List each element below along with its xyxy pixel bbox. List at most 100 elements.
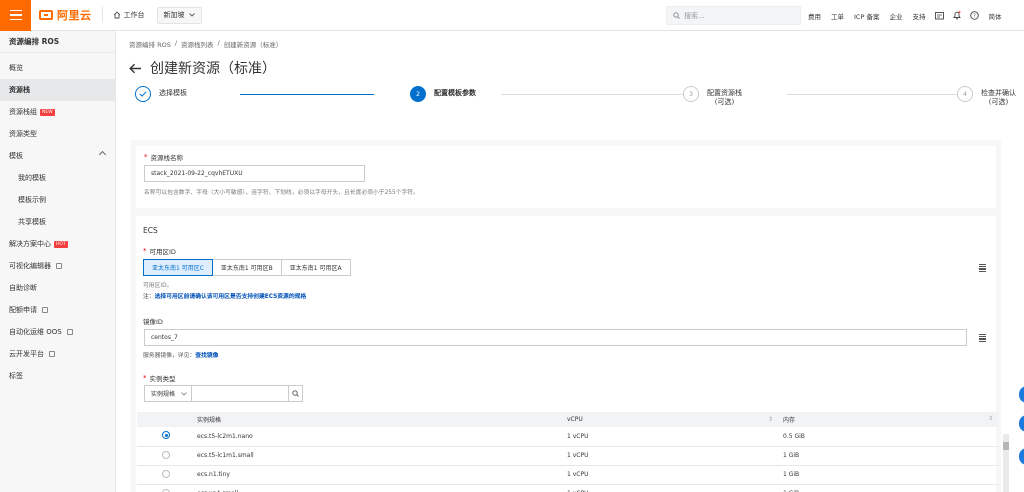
image-id-input[interactable]: centos_7 xyxy=(144,329,967,346)
sidebar-item-self-diagnosis[interactable]: 自助诊断 xyxy=(0,277,115,299)
cell-vcpu: 1 vCPU xyxy=(563,484,779,492)
required-mark: * xyxy=(144,153,148,161)
help-icon[interactable]: ? xyxy=(970,11,980,20)
search-icon xyxy=(673,12,680,19)
top-link-support[interactable]: 支持 xyxy=(912,11,925,21)
radio-selected[interactable] xyxy=(162,431,170,440)
bell-icon[interactable] xyxy=(953,11,962,20)
table-header-vcpu[interactable]: vCPU ⇕ xyxy=(563,412,779,427)
sidebar-item-stack-groups[interactable]: 资源栈组 NEW xyxy=(0,101,115,123)
zone-option-b[interactable]: 亚太东南1 可用区B xyxy=(211,259,282,276)
cell-vcpu: 1 vCPU xyxy=(563,446,779,466)
table-header-memory-label: 内存 xyxy=(783,417,796,424)
parameter-icon[interactable] xyxy=(979,334,986,342)
breadcrumb-separator: / xyxy=(174,39,178,47)
top-link-tickets[interactable]: 工单 xyxy=(831,11,844,21)
top-icons: ? 简体 xyxy=(935,11,1001,21)
top-link-enterprise[interactable]: 企业 xyxy=(889,11,902,21)
sidebar-item-template-samples[interactable]: 模板示例 xyxy=(0,189,115,211)
sidebar-item-label: 模板 xyxy=(9,152,23,160)
radio-unselected[interactable] xyxy=(162,450,170,459)
table-header-memory[interactable]: 内存 ⇕ xyxy=(779,412,999,427)
sidebar-item-overview[interactable]: 概览 xyxy=(0,57,115,79)
step-number: 4 xyxy=(957,86,973,102)
sidebar-item-stacks[interactable]: 资源栈 xyxy=(0,79,115,101)
sidebar-item-label: 资源栈组 xyxy=(9,108,37,116)
zone-note-text: 选择可用区前请确认该可用区是否支持创建ECS资源的规格 xyxy=(154,294,307,300)
workbench-link[interactable]: 工作台 xyxy=(113,10,145,20)
table-row[interactable]: ecs.t5-lc1m1.small 1 vCPU 1 GiB xyxy=(137,446,999,466)
sidebar-item-quota[interactable]: 配额申请 xyxy=(0,299,115,321)
find-image-link[interactable]: 查找镜像 xyxy=(195,353,218,359)
radio-unselected[interactable] xyxy=(162,469,170,478)
sidebar-item-oos[interactable]: 自动化运维 OOS xyxy=(0,321,115,343)
sidebar-item-label: 我的模板 xyxy=(18,174,46,182)
table-row[interactable]: ecs.n1.tiny 1 vCPU 1 GiB xyxy=(137,465,999,485)
instance-spec-table: 实例规格 vCPU ⇕ 内存 ⇕ ecs.t5-lc2m1.nano 1 vCPU … xyxy=(137,412,999,492)
sidebar-item-tags[interactable]: 标签 xyxy=(0,365,115,387)
sidebar-item-label: 资源栈 xyxy=(9,86,30,94)
top-link-fees[interactable]: 费用 xyxy=(808,11,821,21)
sidebar-item-solutions[interactable]: 解决方案中心 HOT xyxy=(0,233,115,255)
instance-filter: 实例规格 xyxy=(144,385,303,402)
sidebar-item-cloud-dev[interactable]: 云开发平台 xyxy=(0,343,115,365)
table-scrollbar[interactable] xyxy=(1003,434,1009,492)
step-label-main: 配置资源栈 xyxy=(707,89,742,97)
message-icon[interactable] xyxy=(935,11,945,20)
page-title-row: 创建新资源（标准） xyxy=(129,58,276,78)
image-hint: 服务器镜像，详见：查找镜像 xyxy=(143,350,218,359)
sidebar-item-visual-editor[interactable]: 可视化编辑器 xyxy=(0,255,115,277)
scrollbar-thumb[interactable] xyxy=(1003,442,1009,450)
external-link-icon xyxy=(66,329,73,335)
table-row[interactable]: ecs.t5-lc2m1.nano 1 vCPU 0.5 GiB xyxy=(137,427,999,447)
breadcrumb-item: 创建新资源（标准） xyxy=(223,41,283,49)
back-arrow-icon[interactable] xyxy=(129,63,142,74)
breadcrumb-item[interactable]: 资源编排 ROS xyxy=(129,39,171,49)
radio-unselected[interactable] xyxy=(162,488,170,492)
sidebar-item-label: 资源类型 xyxy=(9,130,37,138)
sort-icon: ⇕ xyxy=(767,416,773,423)
cell-memory: 1 GiB xyxy=(779,465,999,485)
top-bar: 阿里云 工作台 新加坡 搜索... 费用 工单 ICP 备案 企业 支持 ? 简… xyxy=(0,0,1024,31)
cell-vcpu: 1 vCPU xyxy=(563,465,779,485)
menu-icon[interactable] xyxy=(0,0,31,31)
breadcrumb-item[interactable]: 资源栈列表 xyxy=(181,39,214,49)
sidebar-item-templates[interactable]: 模板 xyxy=(0,145,115,167)
zone-option-c[interactable]: 亚太东南1 可用区C xyxy=(143,259,213,276)
step-label-main: 检查并确认 xyxy=(981,89,1016,97)
stack-name-input[interactable]: stack_2021-09-22_cqvhETUXU xyxy=(144,165,365,182)
cell-spec: ecs.n1.tiny xyxy=(193,465,563,485)
zone-note-prefix: 注： xyxy=(143,294,155,300)
instance-type-label: * 实例类型 xyxy=(143,373,176,383)
step-select-template: 选择模板 xyxy=(135,86,187,102)
step-label-sub: (可选) xyxy=(714,98,735,106)
step-label: 检查并确认 (可选) xyxy=(981,86,1016,107)
zone-option-a[interactable]: 亚太东南1 可用区A xyxy=(280,259,351,276)
step-configure-params: 2 配置模板参数 xyxy=(410,86,476,102)
table-row[interactable]: ecs.xn4.small 1 vCPU 1 GiB xyxy=(137,484,999,492)
sidebar-item-resource-types[interactable]: 资源类型 xyxy=(0,123,115,145)
sidebar-item-label: 可视化编辑器 xyxy=(9,262,51,270)
new-badge: NEW xyxy=(40,108,55,116)
filter-field-select[interactable]: 实例规格 xyxy=(144,385,192,402)
cell-vcpu: 1 vCPU xyxy=(563,427,779,447)
table-header-select xyxy=(137,412,193,427)
external-link-icon xyxy=(49,351,55,357)
region-selector[interactable]: 新加坡 xyxy=(156,6,202,24)
filter-text-input[interactable] xyxy=(192,385,289,402)
global-search-input[interactable]: 搜索... xyxy=(666,6,801,25)
sidebar-item-label: 模板示例 xyxy=(18,196,46,204)
row-radio-cell xyxy=(137,484,193,492)
row-radio-cell xyxy=(137,446,193,466)
chevron-up-icon xyxy=(98,150,107,159)
ecs-card: ECS * 可用区ID 亚太东南1 可用区C 亚太东南1 可用区B 亚太东南1 可… xyxy=(136,216,999,492)
sidebar-item-my-templates[interactable]: 我的模板 xyxy=(0,167,115,189)
brand-logo[interactable]: 阿里云 xyxy=(39,7,92,23)
top-link-icp[interactable]: ICP 备案 xyxy=(854,11,879,21)
step-connector xyxy=(240,94,374,95)
language-switch[interactable]: 简体 xyxy=(988,11,1001,21)
required-mark: * xyxy=(143,374,147,382)
sidebar-item-shared-templates[interactable]: 共享模板 xyxy=(0,211,115,233)
parameter-icon[interactable] xyxy=(979,264,986,272)
filter-search-button[interactable] xyxy=(289,385,303,402)
